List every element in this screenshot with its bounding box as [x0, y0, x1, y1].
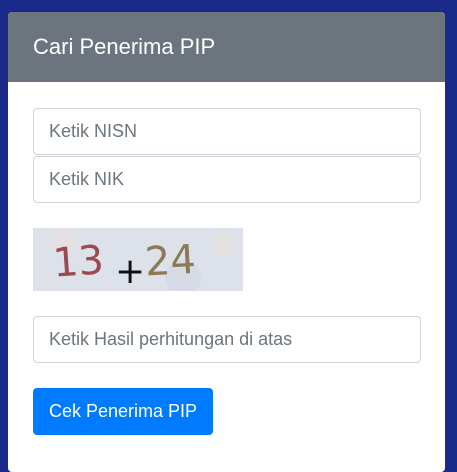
captcha-operator: + — [115, 251, 145, 291]
captcha-first-number: 13 — [51, 237, 105, 286]
captcha-image: 13 + 24 — [33, 226, 243, 296]
nisn-placeholder: Ketik NISN — [49, 121, 138, 141]
captcha-answer-placeholder: Ketik Hasil perhitungan di atas — [49, 329, 293, 349]
nik-placeholder: Ketik NIK — [49, 169, 125, 189]
search-card: Cari Penerima PIP Ketik NISN Ketik NIK 1… — [8, 12, 445, 472]
nisn-input[interactable]: Ketik NISN — [33, 108, 421, 155]
cek-penerima-label: Cek Penerima PIP — [48, 401, 198, 421]
nik-input[interactable]: Ketik NIK — [33, 156, 421, 203]
card-header: Cari Penerima PIP — [8, 12, 445, 82]
card-title: Cari Penerima PIP — [33, 34, 216, 59]
captcha-answer-input[interactable]: Ketik Hasil perhitungan di atas — [33, 316, 421, 363]
captcha-second-number: 24 — [144, 237, 197, 286]
cek-penerima-button[interactable]: Cek Penerima PIP — [33, 388, 213, 435]
